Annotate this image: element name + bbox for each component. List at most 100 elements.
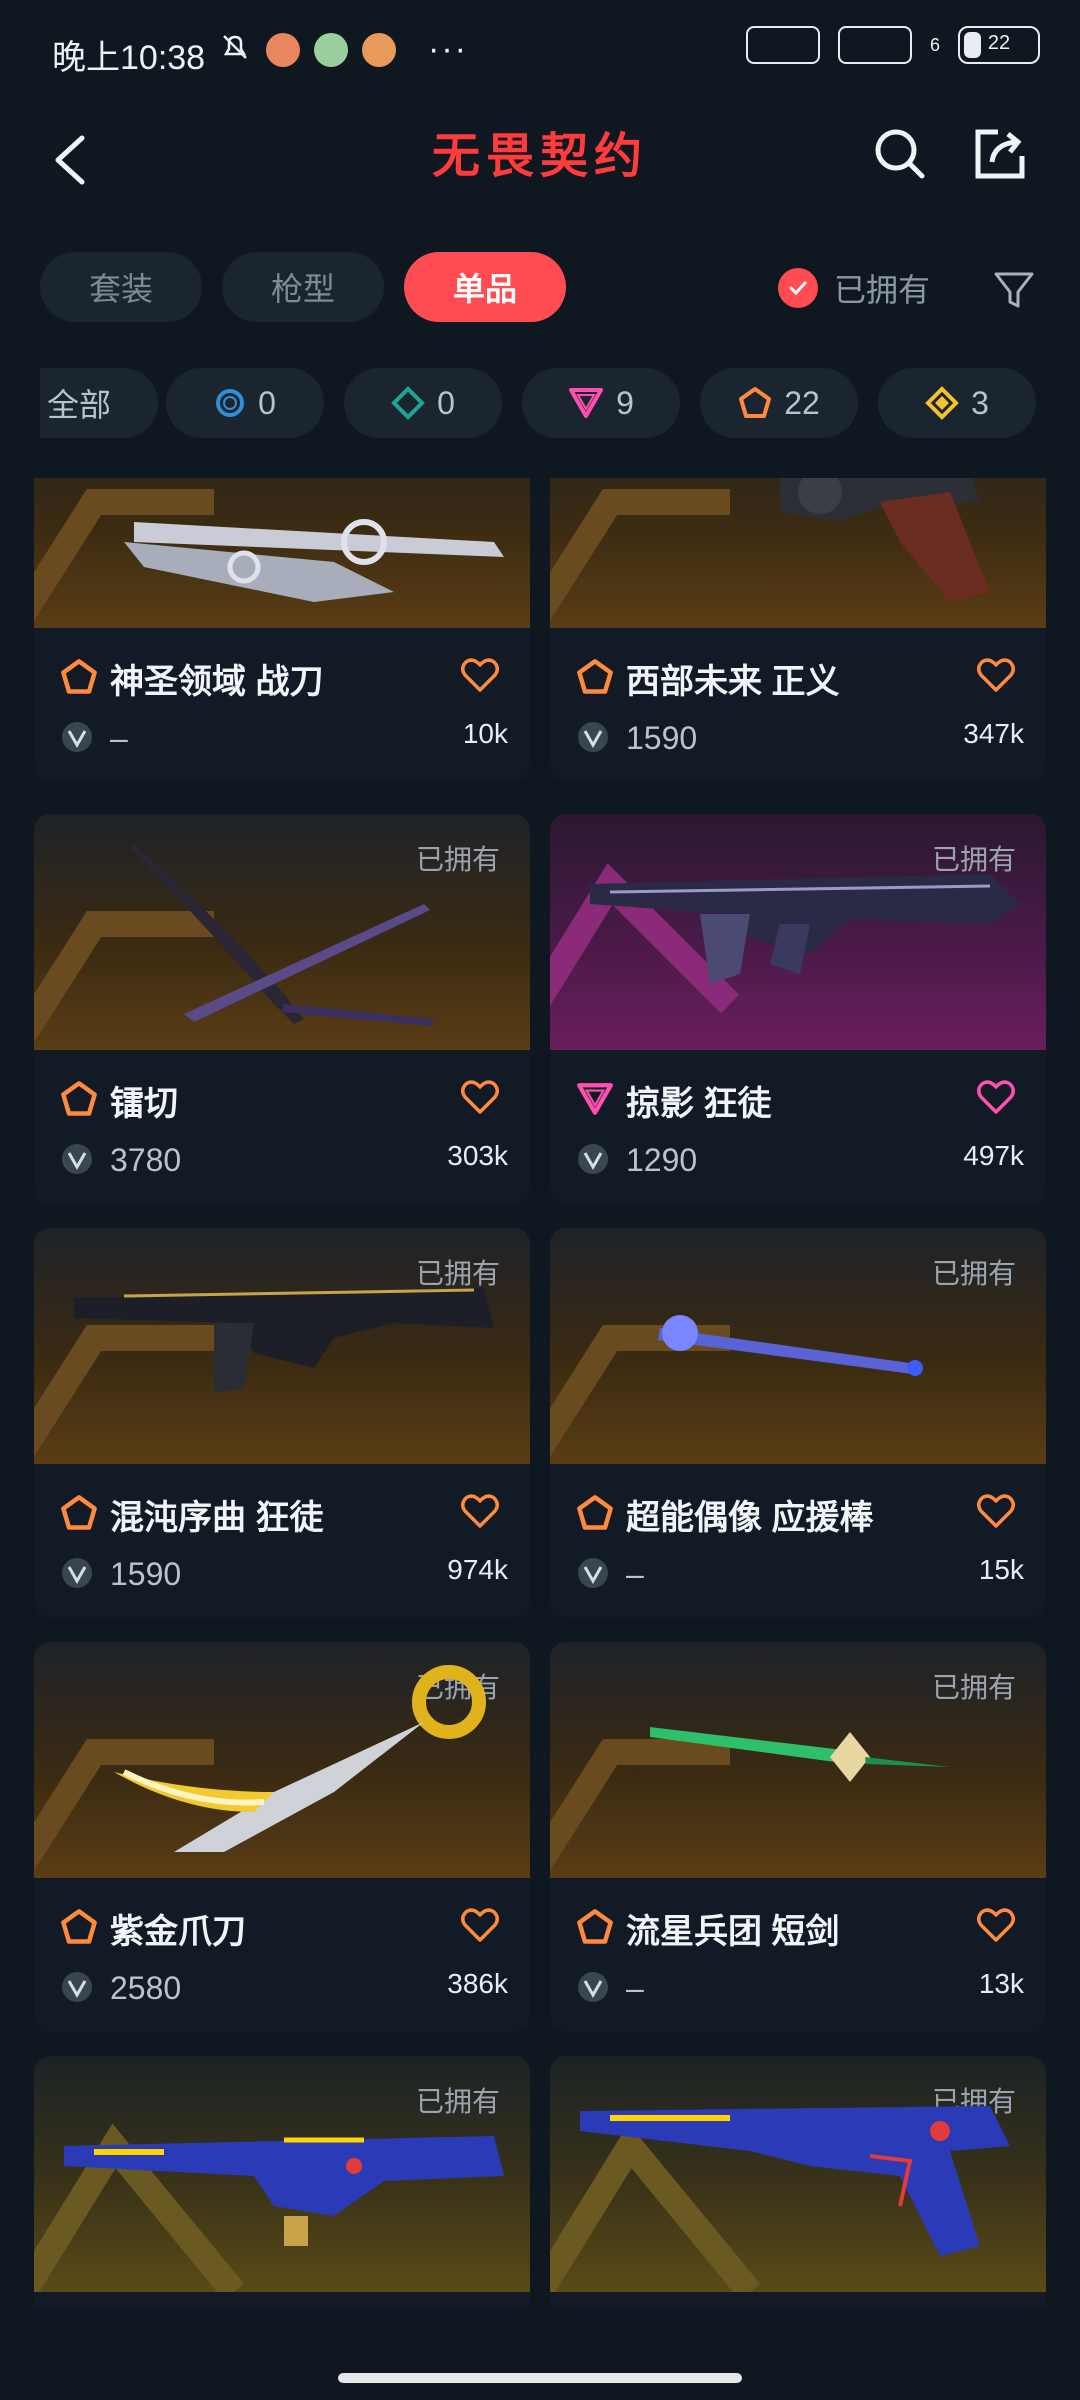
- heart-icon[interactable]: [460, 656, 500, 694]
- signal-icon: [745, 26, 820, 64]
- heart-icon[interactable]: [460, 1906, 500, 1944]
- exclusive-tier-icon: [61, 1495, 97, 1530]
- item-card[interactable]: 已拥有 掠影 狂徒 1290 497k: [550, 814, 1046, 1204]
- revolver-art-icon: [780, 478, 990, 602]
- premium-tier-icon: [577, 1083, 613, 1115]
- item-card[interactable]: 已拥有 混沌序曲 狂徒 1590 974k: [34, 1228, 530, 1618]
- rarity-filter-row: 全部 0 0 9 22 3: [40, 368, 1080, 440]
- heart-icon[interactable]: [976, 1906, 1016, 1944]
- item-card[interactable]: 已拥有: [550, 2056, 1046, 2308]
- vp-currency-icon: [578, 722, 608, 752]
- exclusive-tier-icon: [61, 1081, 97, 1116]
- item-card[interactable]: 西部未来 正义 1590 347k: [550, 478, 1046, 782]
- item-price: –: [110, 720, 128, 756]
- search-button[interactable]: [860, 114, 940, 194]
- item-card[interactable]: 已拥有 超能偶像 应援棒 – 15k: [550, 1228, 1046, 1618]
- item-image: 已拥有: [34, 1228, 530, 1464]
- sim-index: 6: [929, 34, 940, 55]
- select-tier-icon: [216, 389, 245, 417]
- item-likes: 15k: [978, 1554, 1024, 1585]
- rifle-art-icon: [74, 1288, 494, 1393]
- rarity-filter-label: 全部: [46, 387, 111, 423]
- more-notifications-icon: ···: [428, 30, 468, 68]
- battery-icon: 22: [958, 26, 1040, 64]
- item-name: 西部未来 正义: [626, 663, 840, 701]
- exclusive-tier-icon: [61, 1909, 97, 1944]
- vp-currency-icon: [62, 1144, 92, 1174]
- vp-currency-icon: [578, 1972, 608, 2002]
- vp-currency-icon: [578, 1558, 608, 1588]
- tab-single-item[interactable]: 单品: [404, 252, 566, 322]
- item-image: 已拥有: [550, 1642, 1046, 1878]
- signal-icon: [837, 26, 912, 64]
- rarity-filter-all[interactable]: 全部: [40, 368, 158, 438]
- item-card[interactable]: 已拥有 流星兵团 短剑 – 13k: [550, 1642, 1046, 2032]
- rarity-filter-select[interactable]: 0: [166, 368, 324, 438]
- item-card[interactable]: 已拥有: [34, 2056, 530, 2308]
- heart-icon[interactable]: [976, 1078, 1016, 1116]
- item-card[interactable]: 神圣领域 战刀 – 10k: [34, 478, 530, 782]
- item-image: 已拥有: [34, 814, 530, 1050]
- item-price: 3780: [110, 1142, 182, 1178]
- item-card[interactable]: 已拥有 镭切 3780 303k: [34, 814, 530, 1204]
- rarity-filter-premium[interactable]: 9: [522, 368, 680, 438]
- blue-rifle-art-icon: [64, 2136, 504, 2246]
- deluxe-tier-icon: [391, 386, 425, 420]
- item-likes: 347k: [963, 718, 1024, 749]
- item-grid: 神圣领域 战刀 – 10k 西部未来 正义 1590 347k 已拥有 镭切 3…: [34, 478, 1046, 2308]
- heart-icon[interactable]: [976, 1492, 1016, 1530]
- funnel-icon: [994, 272, 1034, 308]
- notification-icons: ···: [218, 30, 468, 69]
- system-icons: 6 22: [745, 26, 1040, 64]
- rarity-count: 0: [258, 384, 276, 421]
- item-price: 1290: [626, 1142, 698, 1178]
- vp-currency-icon: [62, 1558, 92, 1588]
- sword-art-icon: [124, 519, 504, 602]
- dagger-art-icon: [650, 1727, 950, 1782]
- item-name: 流星兵团 短剑: [626, 1913, 840, 1951]
- tab-bundle[interactable]: 套装: [40, 252, 202, 322]
- exclusive-tier-icon: [577, 1909, 613, 1944]
- item-price: –: [626, 1970, 644, 2006]
- rarity-count: 9: [616, 384, 634, 421]
- premium-tier-icon: [569, 388, 604, 418]
- tab-weapon-type[interactable]: 枪型: [222, 252, 384, 322]
- item-name: 混沌序曲 狂徒: [110, 1499, 324, 1537]
- heart-icon[interactable]: [976, 656, 1016, 694]
- item-card[interactable]: 已拥有 紫金爪刀 2580 386k: [34, 1642, 530, 2032]
- item-name: 掠影 狂徒: [626, 1085, 772, 1123]
- checkmark-icon: [777, 268, 818, 308]
- item-info: 超能偶像 应援棒 – 15k: [550, 1464, 1046, 1618]
- item-image: 已拥有: [34, 2056, 530, 2292]
- item-info: 神圣领域 战刀 – 10k: [34, 628, 530, 782]
- heart-icon[interactable]: [460, 1078, 500, 1116]
- filter-button[interactable]: [984, 260, 1044, 320]
- item-name: 超能偶像 应援棒: [626, 1499, 874, 1537]
- status-bar: 晚上10:38 ··· 6 22: [0, 0, 1080, 100]
- status-time: 晚上10:38: [52, 39, 206, 77]
- item-info: 西部未来 正义 1590 347k: [550, 628, 1046, 782]
- item-price: 1590: [626, 720, 698, 756]
- battery-level: 22: [987, 32, 1011, 54]
- exclusive-tier-icon: [577, 659, 613, 694]
- share-icon: [975, 129, 1025, 179]
- share-button[interactable]: [960, 114, 1040, 194]
- item-info: 镭切 3780 303k: [34, 1050, 530, 1204]
- wand-art-icon: [658, 1315, 923, 1376]
- vp-currency-icon: [62, 1972, 92, 2002]
- home-indicator[interactable]: [338, 2373, 742, 2383]
- item-info: 紫金爪刀 2580 386k: [34, 1878, 530, 2032]
- app-notification-icon: [266, 32, 300, 67]
- rarity-filter-ultra[interactable]: 3: [878, 368, 1036, 438]
- rarity-filter-deluxe[interactable]: 0: [344, 368, 502, 438]
- owned-filter-toggle[interactable]: 已拥有: [777, 265, 930, 311]
- exclusive-tier-icon: [577, 1495, 613, 1530]
- app-header: 无畏契约: [0, 100, 1080, 220]
- katana-art-icon: [130, 844, 434, 1026]
- karambit-art-icon: [114, 1665, 486, 1852]
- owned-filter-label: 已拥有: [833, 272, 930, 308]
- rarity-filter-exclusive[interactable]: 22: [700, 368, 858, 438]
- heart-icon[interactable]: [460, 1492, 500, 1530]
- item-price: 1590: [110, 1556, 182, 1592]
- item-name: 神圣领域 战刀: [110, 663, 324, 701]
